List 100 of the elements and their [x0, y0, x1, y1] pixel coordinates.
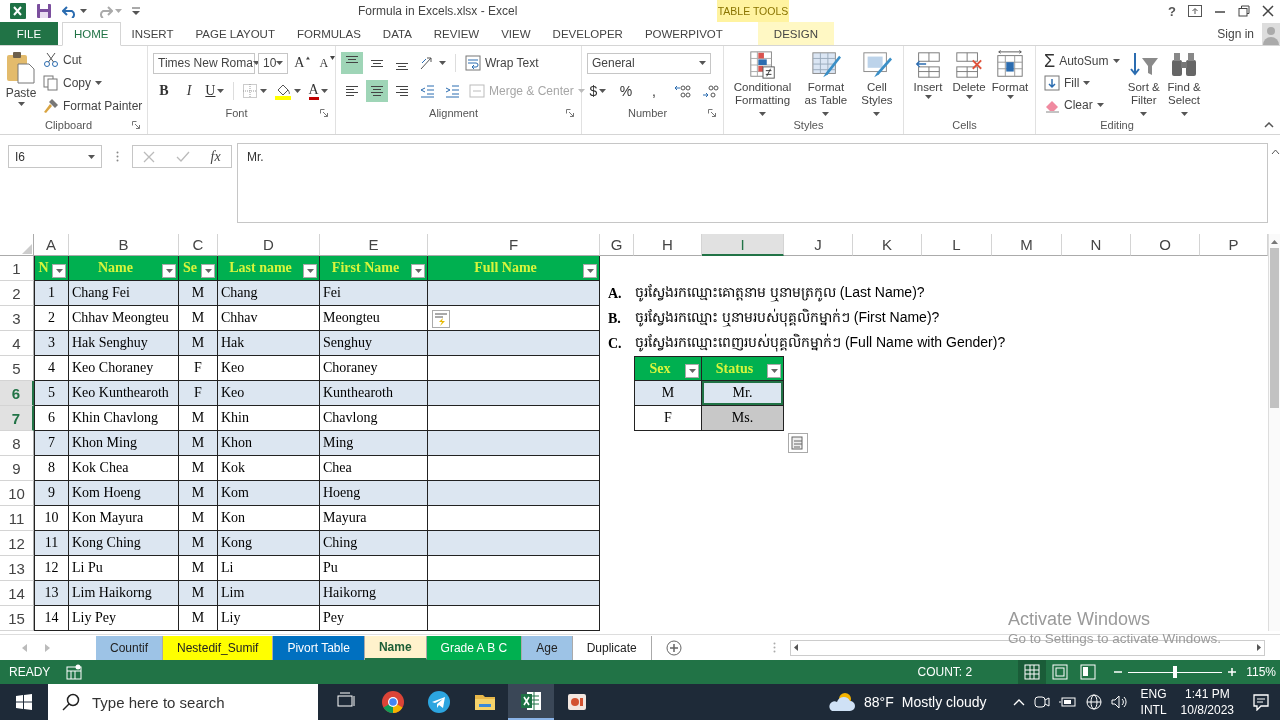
- collapse-ribbon-button[interactable]: [1264, 122, 1274, 128]
- comma-button[interactable]: ,: [643, 80, 665, 102]
- undo-button[interactable]: [62, 4, 87, 18]
- row-header[interactable]: 11: [0, 506, 34, 531]
- font-size-field[interactable]: 10: [258, 52, 289, 74]
- formula-field[interactable]: Mr.: [237, 143, 1268, 223]
- fill-button[interactable]: Fill: [1041, 72, 1123, 94]
- format-icon: [995, 50, 1025, 80]
- paste-button[interactable]: Paste: [5, 50, 37, 116]
- dialog-launcher-icon[interactable]: [708, 109, 716, 117]
- sheet-tab[interactable]: Pivort Table: [273, 635, 365, 660]
- sheet-tab[interactable]: Name: [364, 635, 427, 660]
- normal-view-button[interactable]: [1018, 660, 1047, 684]
- bold-button[interactable]: B: [153, 80, 175, 102]
- filter-button[interactable]: [583, 264, 597, 278]
- zoom-out-button[interactable]: [1114, 668, 1123, 676]
- autosum-button[interactable]: Σ AutoSum: [1041, 50, 1123, 72]
- ribbon-tab[interactable]: VIEW: [490, 22, 542, 45]
- font-color-button[interactable]: A: [306, 80, 330, 102]
- expand-formula-button[interactable]: [1271, 149, 1280, 155]
- row-header[interactable]: 13: [0, 556, 34, 581]
- shrink-font-button[interactable]: A: [316, 52, 339, 74]
- vertical-scrollbar[interactable]: [1268, 234, 1280, 631]
- dialog-launcher-icon[interactable]: [132, 121, 140, 129]
- align-center-icon: [371, 86, 383, 96]
- wrap-text-button[interactable]: Wrap Text: [462, 52, 542, 74]
- ribbon-tab[interactable]: FILE: [0, 22, 58, 45]
- filter-button[interactable]: [303, 264, 317, 278]
- add-sheet-button[interactable]: [665, 639, 682, 656]
- save-button[interactable]: [36, 3, 52, 19]
- column-header[interactable]: K: [853, 234, 922, 256]
- ribbon-tab[interactable]: DATA: [371, 22, 423, 45]
- underline-button[interactable]: U: [203, 80, 227, 102]
- row-header[interactable]: 9: [0, 456, 34, 481]
- number-format-field[interactable]: General: [587, 52, 711, 74]
- row-header[interactable]: 6: [0, 381, 34, 406]
- dialog-launcher-icon[interactable]: [566, 109, 574, 117]
- customize-button[interactable]: [132, 7, 140, 15]
- sheet-tab[interactable]: Nestedif_Sumif: [163, 635, 274, 660]
- insert-button[interactable]: Insert: [909, 50, 947, 116]
- column-header[interactable]: M: [992, 234, 1062, 256]
- insert-function-button[interactable]: fx: [210, 148, 221, 165]
- restore-button[interactable]: [1238, 5, 1250, 17]
- ribbon-tab[interactable]: INSERT: [120, 22, 185, 45]
- filter-button[interactable]: [52, 264, 66, 278]
- caret-icon: [88, 154, 95, 159]
- search-field[interactable]: Type here to search: [48, 684, 318, 720]
- align-center-button[interactable]: [366, 80, 388, 102]
- filter-button[interactable]: [411, 264, 425, 278]
- row-header[interactable]: 15: [0, 606, 34, 631]
- grow-font-button[interactable]: A: [291, 52, 314, 74]
- copy-button[interactable]: Copy: [40, 72, 146, 94]
- percent-button[interactable]: %: [615, 80, 637, 102]
- ribbon-tab[interactable]: DESIGN: [757, 22, 834, 45]
- ribbon-tab[interactable]: DEVELOPER: [541, 22, 634, 45]
- ribbon-tab[interactable]: POWERPIVOT: [633, 22, 734, 45]
- sheet-tab[interactable]: Age: [522, 635, 573, 660]
- sheet-tab[interactable]: Duplicate: [572, 635, 652, 660]
- slider-thumb[interactable]: [1173, 666, 1178, 678]
- column-header[interactable]: I: [702, 234, 784, 256]
- find-select-button[interactable]: Find & Select: [1165, 50, 1203, 116]
- sign-in-link[interactable]: Sign in: [1209, 22, 1262, 45]
- ribbon-tab[interactable]: REVIEW: [422, 22, 491, 45]
- ribbon-tab[interactable]: FORMULAS: [285, 22, 372, 45]
- cut-button[interactable]: Cut: [40, 50, 146, 71]
- notifications-button[interactable]: [1252, 693, 1270, 711]
- column-header[interactable]: N: [1062, 234, 1131, 256]
- delete-button[interactable]: Delete: [950, 50, 988, 116]
- clear-button[interactable]: Clear: [1041, 94, 1123, 116]
- filter-button[interactable]: [201, 264, 215, 278]
- filter-button[interactable]: [162, 264, 176, 278]
- italic-button[interactable]: I: [178, 80, 200, 102]
- taskbar-app-button[interactable]: [508, 684, 554, 720]
- close-button[interactable]: [1262, 5, 1274, 17]
- ribbon-display-button[interactable]: [1188, 5, 1202, 17]
- conditional-styles-button[interactable]: Conditional Formatting: [729, 50, 797, 116]
- filter-button[interactable]: [767, 364, 781, 378]
- row-header[interactable]: 3: [0, 306, 34, 331]
- dialog-launcher-icon[interactable]: [320, 109, 328, 117]
- start-button[interactable]: [16, 694, 32, 710]
- ribbon-tab[interactable]: HOME: [62, 22, 121, 46]
- format-button[interactable]: Format: [991, 50, 1029, 116]
- cell-styles-button[interactable]: Cell Styles: [855, 50, 898, 116]
- help-button[interactable]: ?: [1168, 3, 1176, 19]
- table-styles-button[interactable]: Format as Table: [799, 50, 853, 116]
- column-header[interactable]: J: [784, 234, 853, 256]
- zoom-in-button[interactable]: [1228, 668, 1237, 676]
- sheet-tab[interactable]: Countif: [96, 635, 164, 660]
- column-header[interactable]: L: [922, 234, 992, 256]
- column-header[interactable]: O: [1131, 234, 1200, 256]
- filter-button[interactable]: [685, 364, 699, 378]
- font-name-field[interactable]: Times New Roma: [153, 52, 255, 74]
- name-box[interactable]: I6: [8, 145, 102, 168]
- sort-filter-button[interactable]: Sort & Filter: [1125, 50, 1163, 116]
- column-header[interactable]: G: [600, 234, 634, 256]
- align-top-button[interactable]: [341, 52, 363, 74]
- ribbon-tab[interactable]: PAGE LAYOUT: [184, 22, 286, 45]
- row-header[interactable]: 7: [0, 406, 34, 431]
- currency-button[interactable]: $: [587, 80, 609, 102]
- format-painter-button[interactable]: Format Painter: [40, 95, 146, 116]
